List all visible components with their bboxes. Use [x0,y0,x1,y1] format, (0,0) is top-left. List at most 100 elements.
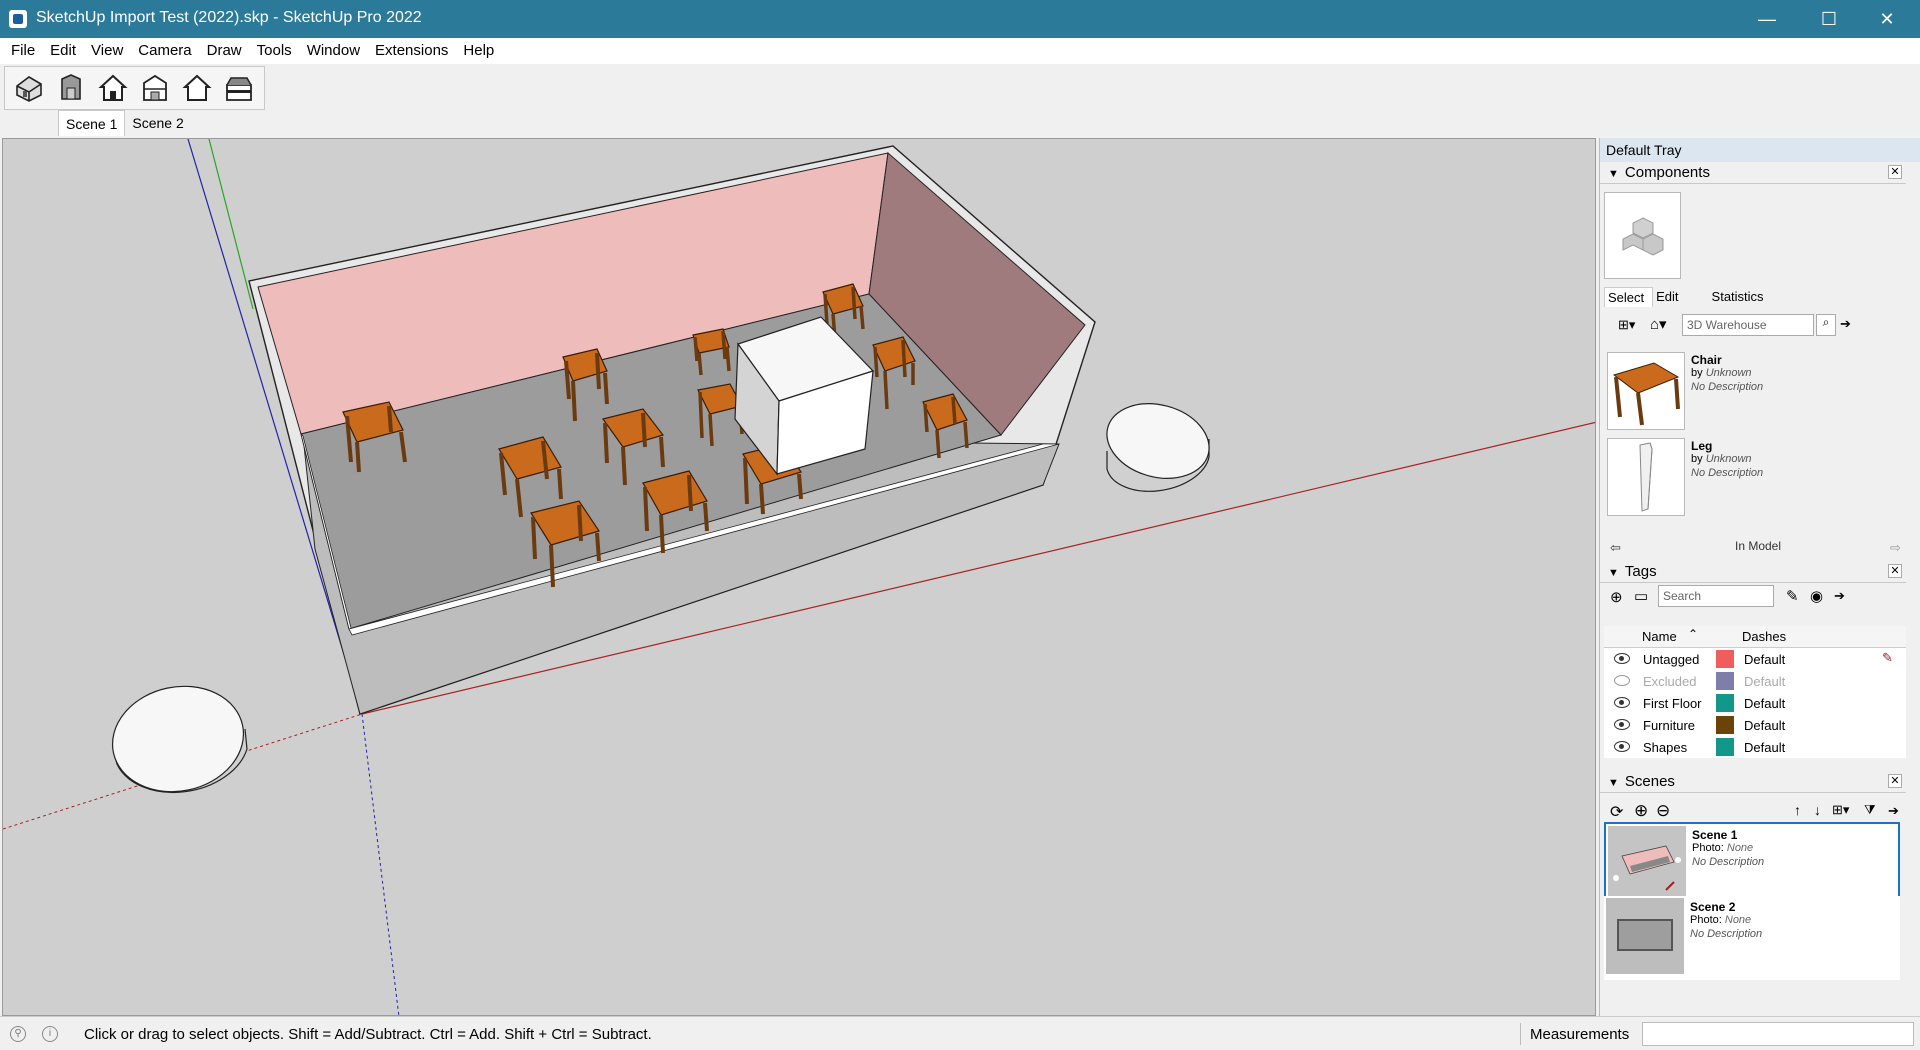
component-description: No Description [1691,381,1764,393]
model-viewport[interactable] [2,138,1596,1016]
add-tag-folder-icon[interactable]: ▭ [1634,587,1648,605]
menu-view[interactable]: View [84,38,131,64]
tags-table: Name ⌃ Dashes Untagged Default ✎ Exclude… [1604,626,1906,758]
back-arrow-icon[interactable]: ⇦ [1610,540,1621,556]
geolocation-icon[interactable]: ⚲ [10,1026,26,1042]
tab-statistics[interactable]: Statistics [1709,287,1772,307]
views-toolbar [4,66,265,110]
menu-file[interactable]: File [4,38,43,64]
cylinder-left[interactable] [103,674,254,803]
component-preview [1604,192,1681,279]
component-item-leg[interactable]: Leg by Unknown No Description [1605,436,1905,520]
visibility-eye-icon[interactable] [1614,653,1630,664]
model-canvas[interactable] [3,139,1596,1016]
minimize-button[interactable]: — [1744,0,1790,38]
left-view-icon[interactable] [223,71,255,105]
sort-up-icon[interactable]: ⌃ [1688,627,1698,641]
forward-arrow-icon[interactable]: ⇨ [1890,540,1901,556]
leg-thumbnail [1607,438,1685,516]
add-scene-icon[interactable]: ⊕ [1634,801,1648,821]
tag-dashes[interactable]: Default [1744,674,1785,689]
cylinder-right[interactable] [1098,393,1217,492]
remove-scene-icon[interactable]: ⊖ [1656,801,1670,821]
close-button[interactable]: ✕ [1864,0,1910,38]
tag-dashes[interactable]: Default [1744,696,1785,711]
tags-panel-header[interactable]: ▼ Tags ✕ [1600,561,1906,583]
tags-search-input[interactable]: Search [1658,585,1774,607]
tag-row[interactable]: Shapes Default [1604,736,1906,758]
scene-item-2[interactable]: Scene 2 Photo: None No Description [1604,896,1900,980]
scene-tab-2[interactable]: Scene 2 [125,110,190,136]
details-arrow-icon[interactable]: ➔ [1840,316,1851,332]
tab-select[interactable]: Select [1604,287,1654,307]
status-message: Click or drag to select objects. Shift =… [84,1026,652,1043]
right-view-icon[interactable] [139,71,171,105]
tag-color-swatch[interactable] [1716,672,1734,690]
menu-extensions[interactable]: Extensions [368,38,456,64]
tag-color-swatch[interactable] [1716,694,1734,712]
add-tag-icon[interactable]: ⊕ [1610,588,1623,606]
tag-row[interactable]: First Floor Default [1604,692,1906,714]
front-view-icon[interactable] [55,71,87,105]
column-name[interactable]: Name [1642,629,1677,644]
visibility-eye-icon[interactable] [1614,697,1630,708]
collapse-triangle-icon: ▼ [1608,567,1619,579]
home-icon[interactable]: ⌂▾ [1650,315,1667,333]
scene-tabs: Scene 1 Scene 2 [58,110,191,136]
scenes-panel-header[interactable]: ▼ Scenes ✕ [1600,771,1906,793]
tag-row[interactable]: Untagged Default ✎ [1604,648,1906,670]
status-divider [1520,1023,1521,1045]
view-options-icon[interactable]: ⊞▾ [1832,802,1849,818]
close-icon[interactable]: ✕ [1888,165,1902,179]
search-icon[interactable]: ⌕ [1816,314,1836,336]
view-options-icon[interactable]: ⊞▾ [1618,317,1635,333]
color-by-tag-icon[interactable]: ◉ [1810,587,1823,605]
component-description: No Description [1691,467,1764,479]
sketchup-logo-icon [9,10,27,28]
title-bar: SketchUp Import Test (2022).skp - Sketch… [0,0,1920,38]
close-icon[interactable]: ✕ [1888,564,1902,578]
iso-view-icon[interactable] [13,71,45,105]
menu-camera[interactable]: Camera [131,38,199,64]
tag-row[interactable]: Excluded Default [1604,670,1906,692]
menu-edit[interactable]: Edit [43,38,84,64]
tag-color-swatch[interactable] [1716,738,1734,756]
tag-tool-icon[interactable]: ✎ [1786,587,1799,605]
filter-icon[interactable]: ⧩ [1864,802,1876,818]
tag-color-swatch[interactable] [1716,716,1734,734]
tag-color-swatch[interactable] [1716,650,1734,668]
menu-draw[interactable]: Draw [200,38,250,64]
close-icon[interactable]: ✕ [1888,774,1902,788]
tag-name: First Floor [1643,696,1702,711]
scene-thumbnail [1608,826,1686,902]
scene-item-1[interactable]: Scene 1 Photo: None No Description [1604,822,1900,906]
details-arrow-icon[interactable]: ➔ [1888,803,1899,819]
component-item-chair[interactable]: Chair by Unknown No Description [1605,350,1905,434]
tag-dashes[interactable]: Default [1744,652,1785,667]
column-dashes[interactable]: Dashes [1742,629,1786,644]
hidden-eye-icon[interactable] [1614,675,1630,686]
move-scene-up-icon[interactable]: ↑ [1794,802,1801,818]
menu-window[interactable]: Window [300,38,368,64]
measurements-input[interactable] [1642,1022,1914,1046]
visibility-eye-icon[interactable] [1614,741,1630,752]
details-arrow-icon[interactable]: ➔ [1834,588,1845,604]
components-panel-header[interactable]: ▼ Components ✕ [1600,162,1906,184]
maximize-button[interactable]: ☐ [1806,0,1852,38]
tag-dashes[interactable]: Default [1744,740,1785,755]
scene-tab-1[interactable]: Scene 1 [58,110,126,136]
instructor-info-icon[interactable]: i [42,1026,58,1042]
top-view-icon[interactable] [97,71,129,105]
warehouse-search-input[interactable]: 3D Warehouse [1682,314,1814,336]
update-scene-icon[interactable]: ⟳ [1610,802,1623,822]
visibility-eye-icon[interactable] [1614,719,1630,730]
components-location: In Model [1734,539,1782,553]
back-view-icon[interactable] [181,71,213,105]
move-scene-down-icon[interactable]: ↓ [1814,802,1821,818]
tag-row[interactable]: Furniture Default [1604,714,1906,736]
menu-help[interactable]: Help [456,38,502,64]
menu-tools[interactable]: Tools [250,38,300,64]
tag-dashes[interactable]: Default [1744,718,1785,733]
tab-edit[interactable]: Edit [1653,287,1686,307]
components-title: Components [1624,164,1710,181]
